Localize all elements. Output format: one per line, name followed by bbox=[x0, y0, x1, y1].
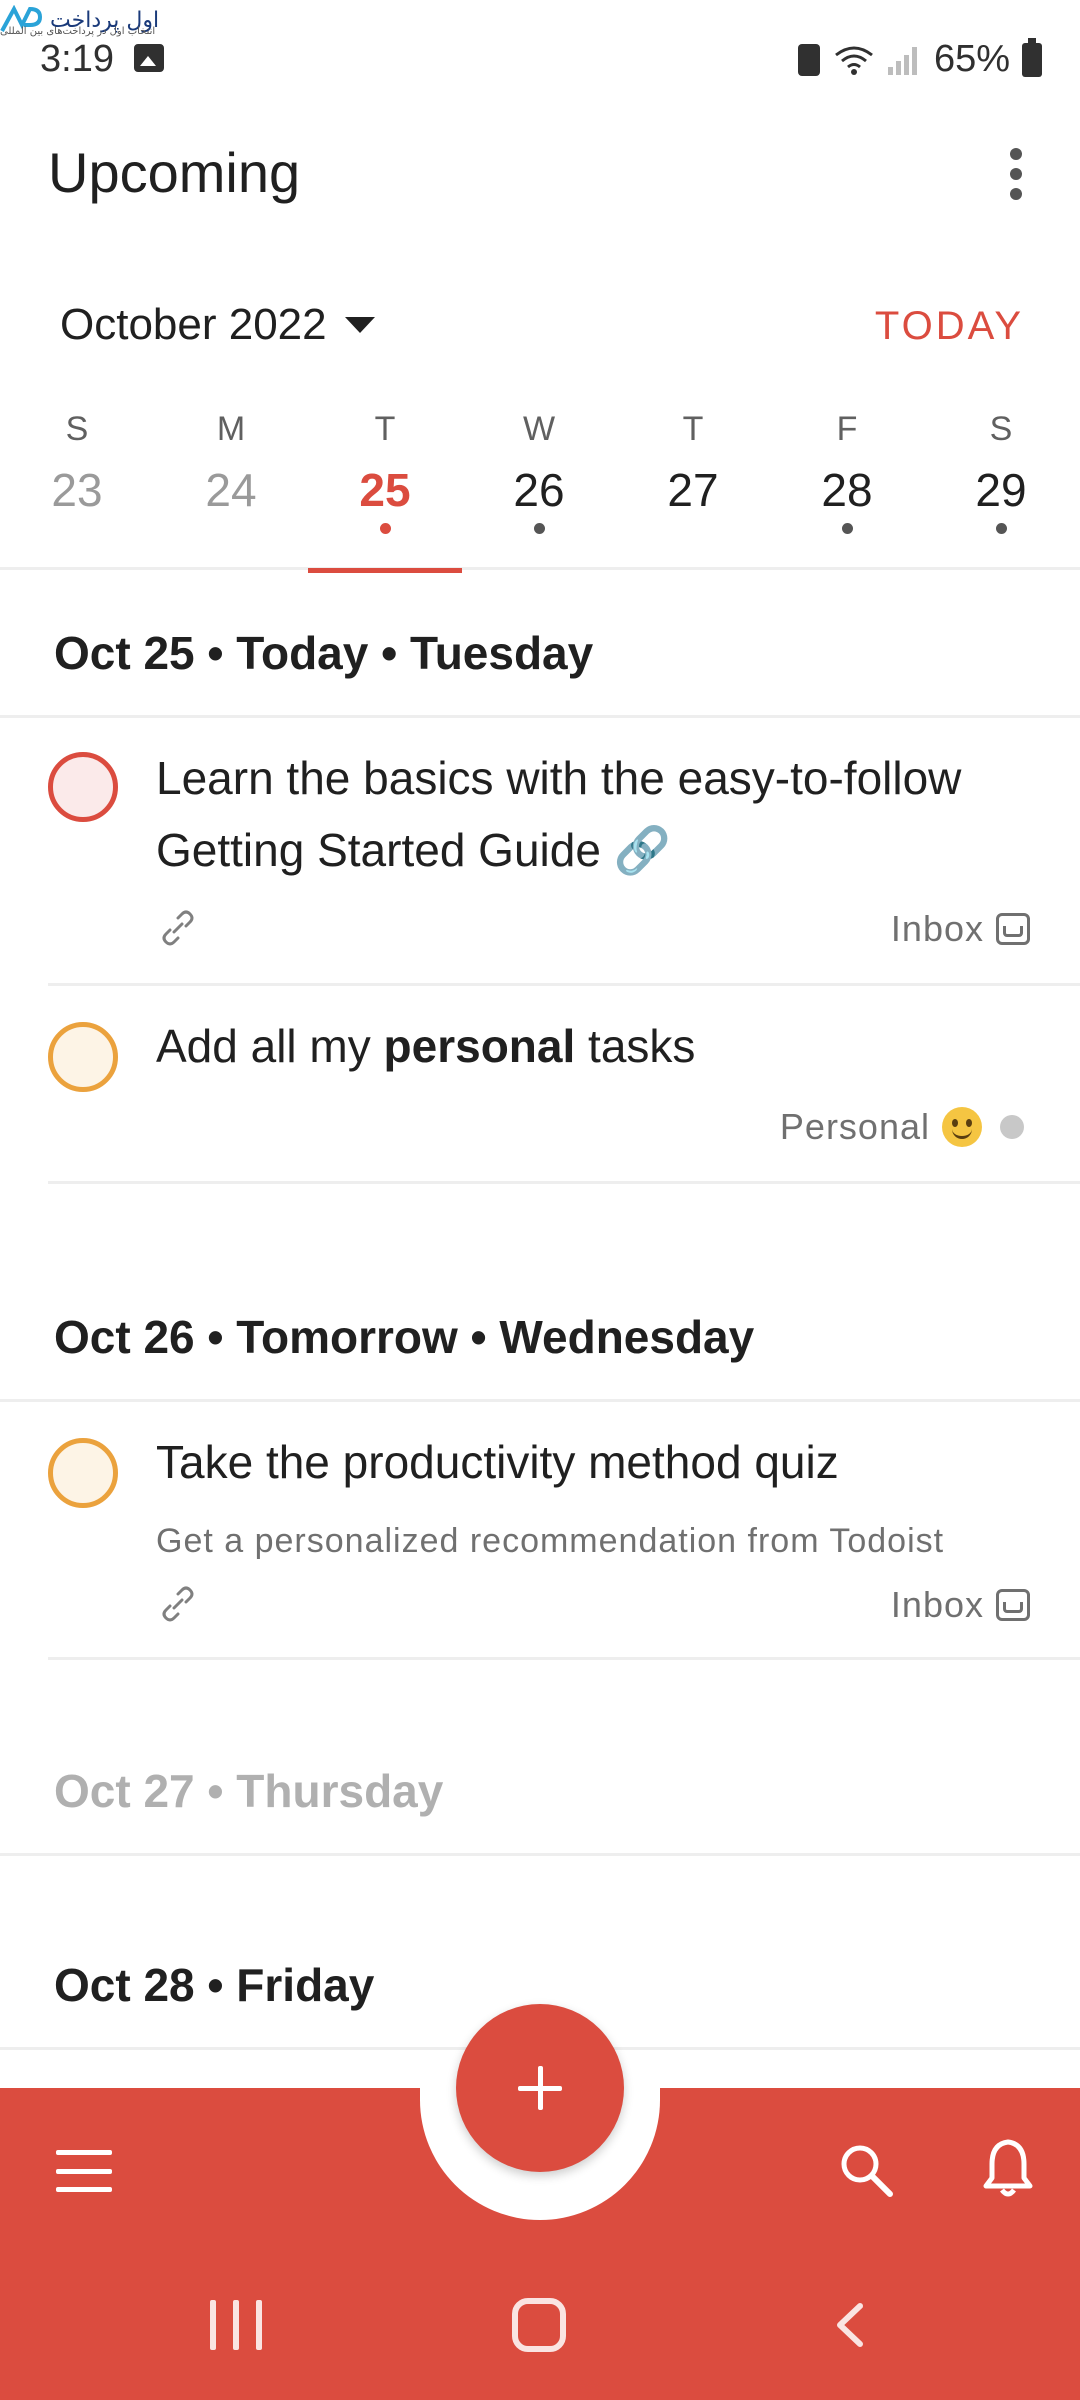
battery-icon bbox=[1022, 37, 1042, 77]
more-options-button[interactable] bbox=[992, 144, 1040, 204]
task-project: Inbox bbox=[891, 908, 1030, 950]
task-dot bbox=[841, 523, 853, 534]
smile-icon bbox=[942, 1107, 982, 1147]
task-title-text: tasks bbox=[575, 1020, 696, 1072]
app-header: Upcoming bbox=[0, 120, 1080, 230]
day-number: 28 bbox=[821, 464, 873, 516]
signal-icon bbox=[887, 45, 922, 75]
project-name: Inbox bbox=[890, 908, 984, 949]
day-sat[interactable]: S 29 bbox=[924, 400, 1078, 570]
section-header-oct-26: Oct 26 • Tomorrow • Wednesday bbox=[0, 1252, 1080, 1402]
status-time: 3:19 bbox=[40, 38, 114, 80]
back-button[interactable] bbox=[830, 2302, 870, 2348]
month-selector[interactable]: October 2022 bbox=[60, 300, 375, 350]
battery-saver-icon bbox=[797, 43, 820, 76]
link-icon bbox=[162, 910, 194, 946]
task-description: Get a personalized recommendation from T… bbox=[156, 1522, 945, 1560]
section-title: Oct 26 • Tomorrow • Wednesday bbox=[54, 1311, 755, 1363]
day-of-week: T bbox=[682, 410, 704, 448]
day-number: 24 bbox=[205, 464, 257, 516]
inbox-icon bbox=[996, 913, 1030, 945]
task-dot bbox=[379, 523, 391, 534]
section-title: Oct 28 • Friday bbox=[54, 1959, 375, 2011]
day-tue[interactable]: T 25 bbox=[308, 400, 462, 573]
task-checkbox[interactable] bbox=[48, 752, 118, 822]
day-number: 23 bbox=[51, 464, 103, 516]
task-dot bbox=[533, 523, 545, 534]
section-header-oct-27: Oct 27 • Thursday bbox=[0, 1706, 1080, 1856]
recent-apps-icon bbox=[210, 2300, 216, 2350]
task-item[interactable]: Add all my personal tasks Personal bbox=[48, 986, 1080, 1184]
day-sun[interactable]: S 23 bbox=[0, 400, 154, 570]
day-number: 25 bbox=[359, 464, 411, 516]
section-header-oct-25: Oct 25 • Today • Tuesday bbox=[0, 568, 1080, 718]
day-mon[interactable]: M 24 bbox=[154, 400, 308, 570]
menu-button[interactable] bbox=[56, 2150, 112, 2192]
task-dot bbox=[995, 523, 1007, 534]
add-task-button[interactable] bbox=[456, 2004, 624, 2172]
system-nav-bar bbox=[0, 2270, 1080, 2380]
task-title: Add all my personal tasks bbox=[156, 1010, 1056, 1082]
day-of-week: W bbox=[522, 410, 556, 448]
day-of-week: S bbox=[989, 410, 1013, 448]
status-icons: 65% bbox=[797, 37, 1042, 81]
month-row: October 2022 TODAY bbox=[0, 290, 1080, 370]
page-title: Upcoming bbox=[48, 141, 301, 204]
month-label: October 2022 bbox=[60, 300, 327, 349]
day-number: 26 bbox=[513, 464, 565, 516]
section-title: Oct 27 • Thursday bbox=[54, 1765, 444, 1817]
wifi-icon bbox=[835, 46, 873, 75]
task-title-line: Learn the basics with the easy-to-follow bbox=[156, 752, 962, 804]
today-button[interactable]: TODAY bbox=[875, 304, 1024, 349]
more-vertical-icon bbox=[1010, 148, 1022, 160]
task-checkbox[interactable] bbox=[48, 1438, 118, 1508]
menu-icon bbox=[56, 2150, 112, 2155]
notifications-button[interactable] bbox=[978, 2136, 1038, 2200]
task-project: Personal bbox=[780, 1106, 1024, 1148]
inbox-icon bbox=[996, 1589, 1030, 1621]
day-of-week: F bbox=[836, 410, 858, 448]
week-strip: S 23 M 24 T 25 W 26 T 27 F 28 S 29 bbox=[0, 400, 1080, 573]
task-title-bold: personal bbox=[383, 1020, 576, 1072]
home-button[interactable] bbox=[512, 2298, 566, 2352]
watermark-logo: اول پرداخت انتخاب اول در پرداخت‌های بین … bbox=[0, 0, 159, 40]
gallery-icon bbox=[134, 44, 164, 72]
day-number: 27 bbox=[667, 464, 719, 516]
task-dot bbox=[688, 523, 699, 534]
section-title: Oct 25 • Today • Tuesday bbox=[54, 627, 594, 679]
back-icon bbox=[837, 2303, 863, 2347]
task-project: Inbox bbox=[891, 1584, 1030, 1626]
task-title-line: Getting Started Guide 🔗 bbox=[156, 824, 671, 876]
task-checkbox[interactable] bbox=[48, 1022, 118, 1092]
project-color-dot bbox=[1000, 1115, 1024, 1139]
battery-percent: 65% bbox=[933, 38, 1010, 80]
day-of-week: M bbox=[216, 410, 246, 448]
status-bar: اول پرداخت انتخاب اول در پرداخت‌های بین … bbox=[0, 0, 1080, 110]
project-name: Personal bbox=[779, 1106, 930, 1147]
search-button[interactable] bbox=[836, 2140, 896, 2200]
day-number: 29 bbox=[975, 464, 1027, 516]
day-wed[interactable]: W 26 bbox=[462, 400, 616, 570]
recent-apps-button[interactable] bbox=[210, 2300, 262, 2350]
task-item[interactable]: Take the productivity method quiz Get a … bbox=[48, 1402, 1080, 1660]
task-dot bbox=[226, 523, 237, 534]
project-name: Inbox bbox=[890, 1584, 984, 1625]
day-thu[interactable]: T 27 bbox=[616, 400, 770, 570]
watermark-tagline: انتخاب اول در پرداخت‌های بین المللی bbox=[0, 26, 156, 37]
day-of-week: S bbox=[65, 410, 89, 448]
link-icon bbox=[162, 1586, 194, 1622]
day-fri[interactable]: F 28 bbox=[770, 400, 924, 570]
day-of-week: T bbox=[374, 410, 396, 448]
task-title: Learn the basics with the easy-to-follow… bbox=[156, 742, 1056, 886]
task-title: Take the productivity method quiz bbox=[156, 1436, 839, 1488]
task-item[interactable]: Learn the basics with the easy-to-follow… bbox=[48, 718, 1080, 986]
task-dot bbox=[72, 523, 83, 534]
task-title-text: Add all my bbox=[156, 1020, 384, 1072]
caret-down-icon bbox=[344, 317, 375, 333]
bell-icon bbox=[983, 2139, 1033, 2189]
